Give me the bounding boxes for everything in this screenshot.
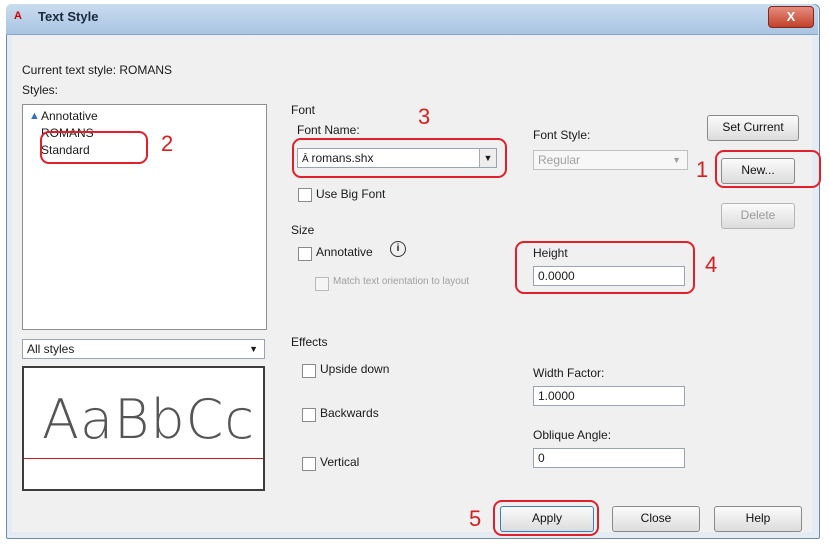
use-big-font-label: Use Big Font [316, 187, 386, 201]
backwards-label: Backwards [320, 406, 379, 420]
callout-number-5: 5 [469, 506, 482, 531]
vertical-checkbox[interactable] [302, 457, 316, 471]
style-item-annotative[interactable]: Annotative [41, 109, 98, 123]
annotative-checkbox[interactable] [298, 247, 312, 261]
set-current-button[interactable]: Set Current [707, 115, 799, 141]
size-group-label: Size [291, 223, 315, 237]
match-orientation-label: Match text orientation to layout [333, 276, 470, 287]
width-factor-input[interactable]: 1.0000 [533, 386, 685, 406]
font-style-dropdown[interactable]: Regular ▼ [533, 150, 688, 170]
callout-number-4: 4 [705, 252, 718, 277]
use-big-font-checkbox[interactable] [298, 188, 312, 202]
annotative-label: Annotative [316, 245, 373, 259]
callout-number-3: 3 [418, 104, 431, 129]
chevron-down-icon: ▼ [249, 344, 258, 354]
callout-ring-apply [493, 500, 599, 536]
styles-filter-value: All styles [27, 342, 75, 356]
callout-ring-new [715, 150, 821, 188]
vertical-label: Vertical [320, 455, 360, 469]
preview-text: AaBbCc [42, 388, 256, 451]
oblique-angle-label: Oblique Angle: [533, 428, 612, 442]
match-orientation-checkbox[interactable] [315, 277, 329, 291]
delete-button[interactable]: Delete [721, 203, 795, 229]
font-group-label: Font [291, 103, 316, 117]
backwards-checkbox[interactable] [302, 408, 316, 422]
effects-group-label: Effects [291, 335, 328, 349]
annotative-icon: ▲ [29, 110, 40, 122]
title-bar[interactable] [6, 4, 818, 35]
callout-ring-height [515, 241, 695, 294]
close-window-button[interactable]: X [768, 6, 814, 28]
oblique-angle-input[interactable]: 0 [533, 448, 685, 468]
info-icon[interactable]: i [390, 241, 406, 257]
chevron-down-icon: ▼ [672, 155, 681, 165]
upside-down-label: Upside down [320, 362, 390, 376]
font-style-value: Regular [538, 153, 581, 167]
baseline-line [24, 458, 263, 459]
callout-ring-font-name [292, 138, 507, 178]
styles-label: Styles: [22, 83, 59, 97]
callout-number-2: 2 [161, 131, 174, 156]
callout-number-1: 1 [696, 157, 709, 182]
autocad-app-icon: A [14, 10, 22, 22]
callout-ring-romans [40, 131, 148, 164]
font-style-label: Font Style: [533, 128, 591, 142]
font-name-label: Font Name: [297, 123, 360, 137]
styles-filter-dropdown[interactable]: All styles ▼ [22, 339, 265, 359]
upside-down-checkbox[interactable] [302, 364, 316, 378]
close-button[interactable]: Close [612, 506, 700, 532]
width-factor-label: Width Factor: [533, 366, 605, 380]
help-button[interactable]: Help [714, 506, 802, 532]
current-style-label: Current text style: ROMANS [22, 63, 173, 77]
preview-pane: AaBbCc [22, 366, 265, 491]
window-title: Text Style [38, 9, 99, 24]
